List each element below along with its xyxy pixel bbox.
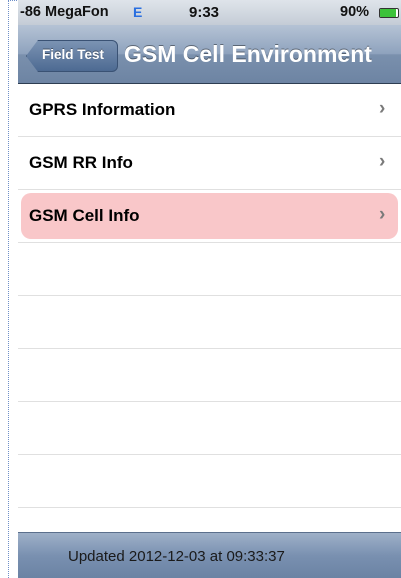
navigation-bar: Field Test GSM Cell Environment [18, 25, 401, 84]
battery-icon [379, 8, 399, 18]
row-label: GSM Cell Info [29, 206, 140, 225]
table-row-empty [18, 349, 401, 402]
battery-percent: 90% [340, 4, 370, 20]
updated-timestamp: Updated 2012-12-03 at 09:33:37 [68, 548, 285, 565]
row-label: GSM RR Info [29, 153, 133, 172]
table-row-empty [18, 402, 401, 455]
screenshot-border-left [8, 0, 9, 578]
row-label: GPRS Information [29, 100, 176, 119]
table-row-gprs-information[interactable]: GPRS Information › [18, 84, 401, 137]
bottom-toolbar: Updated 2012-12-03 at 09:33:37 [18, 532, 401, 578]
network-type-icon: E [133, 4, 143, 20]
chevron-right-icon: › [379, 151, 386, 172]
status-bar: -86 MegaFon E 9:33 90% [18, 0, 401, 25]
table-row-empty [18, 296, 401, 349]
page-title: GSM Cell Environment [124, 41, 372, 67]
back-button[interactable]: Field Test [26, 40, 118, 72]
menu-table: GPRS Information › GSM RR Info › GSM Cel… [18, 84, 401, 510]
table-row-empty [18, 455, 401, 508]
chevron-right-icon: › [379, 204, 386, 225]
table-row-gsm-rr-info[interactable]: GSM RR Info › [18, 137, 401, 190]
table-row-gsm-cell-info[interactable]: GSM Cell Info › [18, 190, 401, 243]
status-time: 9:33 [189, 4, 220, 21]
chevron-right-icon: › [379, 98, 386, 119]
phone-screen: -86 MegaFon E 9:33 90% Field Test GSM Ce… [18, 0, 401, 578]
battery-fill [380, 9, 397, 17]
carrier-signal: -86 MegaFon [20, 4, 109, 20]
back-button-label: Field Test [42, 47, 105, 62]
table-row-empty [18, 243, 401, 296]
